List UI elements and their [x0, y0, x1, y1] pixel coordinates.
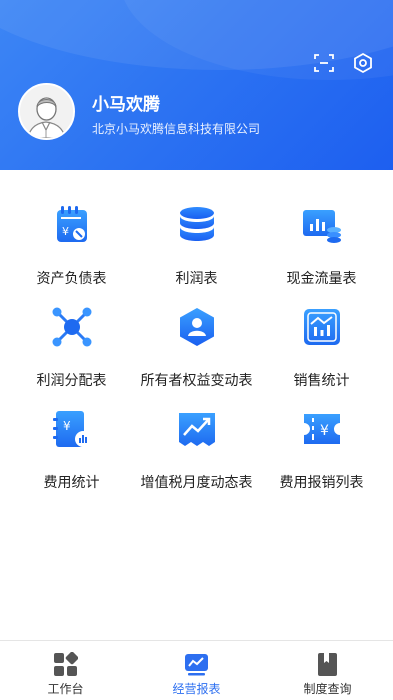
report-expense-stats[interactable]: ¥ 费用统计 [6, 404, 137, 500]
settings-button[interactable] [350, 50, 376, 76]
avatar[interactable] [18, 83, 75, 140]
report-label: 增值税月度动态表 [140, 475, 253, 491]
tab-label: 制度查询 [303, 682, 352, 696]
tab-label: 经营报表 [172, 682, 221, 696]
owner-equity-icon [180, 308, 214, 346]
report-income-statement[interactable]: 利润表 [131, 200, 262, 296]
report-label: 现金流量表 [286, 271, 357, 287]
network-icon [52, 307, 92, 347]
report-label: 费用统计 [43, 475, 100, 491]
settings-icon [354, 52, 372, 74]
tab-business-reports[interactable]: 经营报表 [131, 641, 262, 700]
balance-sheet-icon: ¥ [57, 206, 87, 242]
report-vat-monthly[interactable]: 增值税月度动态表 [131, 404, 262, 500]
report-label: 利润表 [175, 271, 218, 287]
company-short-name: 小马欢腾 [92, 95, 160, 115]
report-label: 费用报销列表 [279, 475, 364, 491]
report-balance-sheet[interactable]: ¥ 资产负债表 [6, 200, 137, 296]
report-icon [185, 654, 208, 676]
expense-icon: ¥ [53, 411, 91, 447]
scan-button[interactable] [311, 50, 337, 76]
reimbursement-icon: ¥ [304, 414, 340, 444]
scan-icon [314, 54, 334, 72]
report-profit-distribution[interactable]: 利润分配表 [6, 302, 137, 398]
sales-chart-icon [304, 309, 340, 345]
trend-icon [179, 413, 215, 446]
database-icon [180, 207, 214, 241]
user-avatar-icon [20, 85, 73, 138]
svg-text:¥: ¥ [63, 419, 71, 433]
workbench-icon [54, 652, 78, 676]
report-reimbursement-list[interactable]: ¥ 费用报销列表 [256, 404, 387, 500]
tab-workbench[interactable]: 工作台 [0, 641, 131, 700]
report-owner-equity[interactable]: 所有者权益变动表 [131, 302, 262, 398]
profile-header: 小马欢腾 北京小马欢腾信息科技有限公司 [0, 0, 393, 170]
cash-flow-icon [303, 210, 341, 243]
company-full-name: 北京小马欢腾信息科技有限公司 [92, 122, 261, 136]
tab-policy-search[interactable]: 制度查询 [262, 641, 393, 700]
bottom-tab-bar: 工作台 经营报表 制度查询 [0, 640, 393, 700]
report-label: 所有者权益变动表 [140, 373, 253, 389]
report-cash-flow[interactable]: 现金流量表 [256, 200, 387, 296]
report-label: 销售统计 [293, 373, 350, 389]
report-label: 资产负债表 [36, 271, 107, 287]
tab-label: 工作台 [47, 682, 84, 696]
svg-text:¥: ¥ [62, 225, 69, 238]
book-icon [318, 653, 337, 676]
report-label: 利润分配表 [36, 373, 107, 389]
report-sales-stats[interactable]: 销售统计 [256, 302, 387, 398]
svg-text:¥: ¥ [320, 423, 329, 439]
